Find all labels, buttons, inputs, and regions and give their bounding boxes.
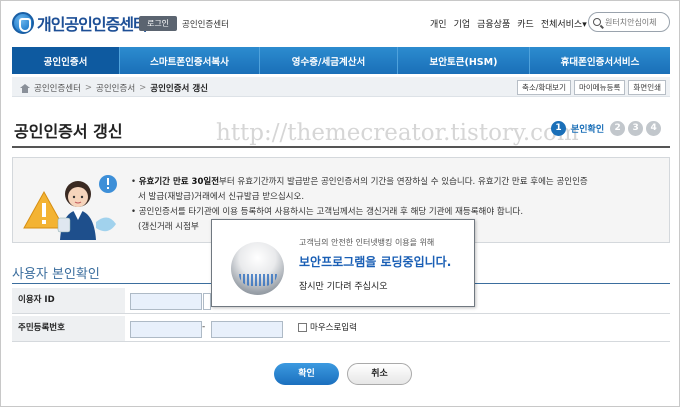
breadcrumb: 공인인증센터 > 공인인증서 > 공인인증서 갱신 [20,82,208,94]
user-id-input[interactable] [130,293,202,310]
agent-illustration-icon [23,175,117,240]
breadcrumb-current: 공인인증서 갱신 [150,84,208,94]
breadcrumb-separator: > [139,83,147,93]
rrn-row: 주민등록번호 - 마우스로입력 [12,316,670,342]
breadcrumb-item[interactable]: 공인인증서 [96,82,135,94]
notice-text: 공인인증서를 타기관에 이용 등록하여 사용하시는 고객님께서는 갱신거래 후 … [138,207,524,217]
confirm-button[interactable]: 확인 [274,363,339,385]
nav-item-hsm[interactable]: 보안토큰(HSM) [398,47,530,74]
cancel-button[interactable]: 취소 [347,363,412,385]
notice-highlight: 유효기간 만료 30일전 [138,177,220,187]
step-4: 4 [646,121,662,136]
nav-item-certificate[interactable]: 공인인증서 [12,47,120,74]
watermark-text: http://themecreator.tistory.com [216,120,579,146]
step-2: 2 [610,121,626,136]
notice-text-continued: 서 발급(재발급)거래에서 신규발급 받으십시오. [138,192,305,202]
notice-item: • 유효기간 만료 30일전부터 유효기간까지 발급받은 공인인증서의 기간을 … [131,177,588,187]
home-icon[interactable] [20,83,30,93]
search-input[interactable] [605,17,671,27]
rrn-second-input[interactable] [211,321,283,338]
top-link-products[interactable]: 금융상품 [477,17,510,30]
mouse-input-checkbox[interactable] [298,323,307,332]
site-logo[interactable]: 개인공인인증센터 [12,11,148,35]
nav-item-mobile-cert[interactable]: 휴대폰인증서서비스 [530,47,670,74]
top-link-all-services[interactable]: 전체서비스▾ [541,17,587,30]
rrn-first-input[interactable] [130,321,202,338]
page-title: 공인인증서 갱신 [14,122,123,141]
chevron-down-icon: ▾ [582,20,587,30]
main-nav: 공인인증서 스마트폰인증서복사 영수증/세금계산서 보안토큰(HSM) 휴대폰인… [12,47,670,74]
user-id-label: 이용자 ID [12,288,125,313]
popup-wait-text: 잠시만 기다려 주십시오 [299,282,388,292]
rrn-dash: - [202,322,206,332]
notice-text: 부터 유효기간까지 발급받은 공인인증서의 기간을 연장하실 수 있습니다. 유… [219,177,588,187]
notice-item: • 공인인증서를 타기관에 이용 등록하여 사용하시는 고객님께서는 갱신거래 … [131,207,524,217]
top-link-personal[interactable]: 개인 [430,17,447,30]
step-1: 1 [551,121,566,136]
site-subtitle: 공인인증센터 [182,20,229,30]
rrn-label: 주민등록번호 [12,316,125,341]
popup-loading-text: 보안프로그램을 로딩중입니다. [299,255,452,269]
zoom-button[interactable]: 축소/확대보기 [517,80,571,95]
step-3: 3 [628,121,644,136]
logo-icon [12,12,34,34]
nav-item-receipt[interactable]: 영수증/세금계산서 [260,47,398,74]
step-indicator: 1 본인확인 2 3 4 [551,121,662,136]
logo-text: 개인공인인증센터 [37,15,148,34]
top-link-card[interactable]: 카드 [517,17,534,30]
security-program-icon [231,242,284,295]
all-services-label: 전체서비스 [540,20,583,30]
breadcrumb-item[interactable]: 공인인증센터 [34,82,81,94]
section-title: 사용자 본인확인 [12,267,100,282]
popup-intro-text: 고객님의 안전한 인터넷뱅킹 이용을 위해 [299,238,435,247]
top-link-business[interactable]: 기업 [454,17,471,30]
top-links: 개인 기업 금융상품 카드 전체서비스▾ [430,17,587,30]
search-box[interactable] [588,12,671,32]
search-icon [593,18,601,26]
add-my-menu-button[interactable]: 마이메뉴등록 [573,80,626,95]
user-id-extra[interactable] [203,293,211,310]
breadcrumb-separator: > [84,83,93,93]
breadcrumb-bar: 공인인증센터 > 공인인증서 > 공인인증서 갱신 축소/확대보기 마이메뉴등록… [12,77,670,97]
step-1-label: 본인확인 [571,125,605,135]
mouse-input-label[interactable]: 마우스로입력 [310,321,357,333]
print-button[interactable]: 화면인쇄 [628,80,666,95]
nav-item-smartphone-copy[interactable]: 스마트폰인증서복사 [120,47,260,74]
utility-buttons: 축소/확대보기 마이메뉴등록 화면인쇄 [517,80,666,95]
login-button[interactable]: 로그인 [139,16,177,31]
security-loading-popup: 고객님의 안전한 인터넷뱅킹 이용을 위해 보안프로그램을 로딩중입니다. 잠시… [211,219,475,307]
title-divider [12,146,670,148]
